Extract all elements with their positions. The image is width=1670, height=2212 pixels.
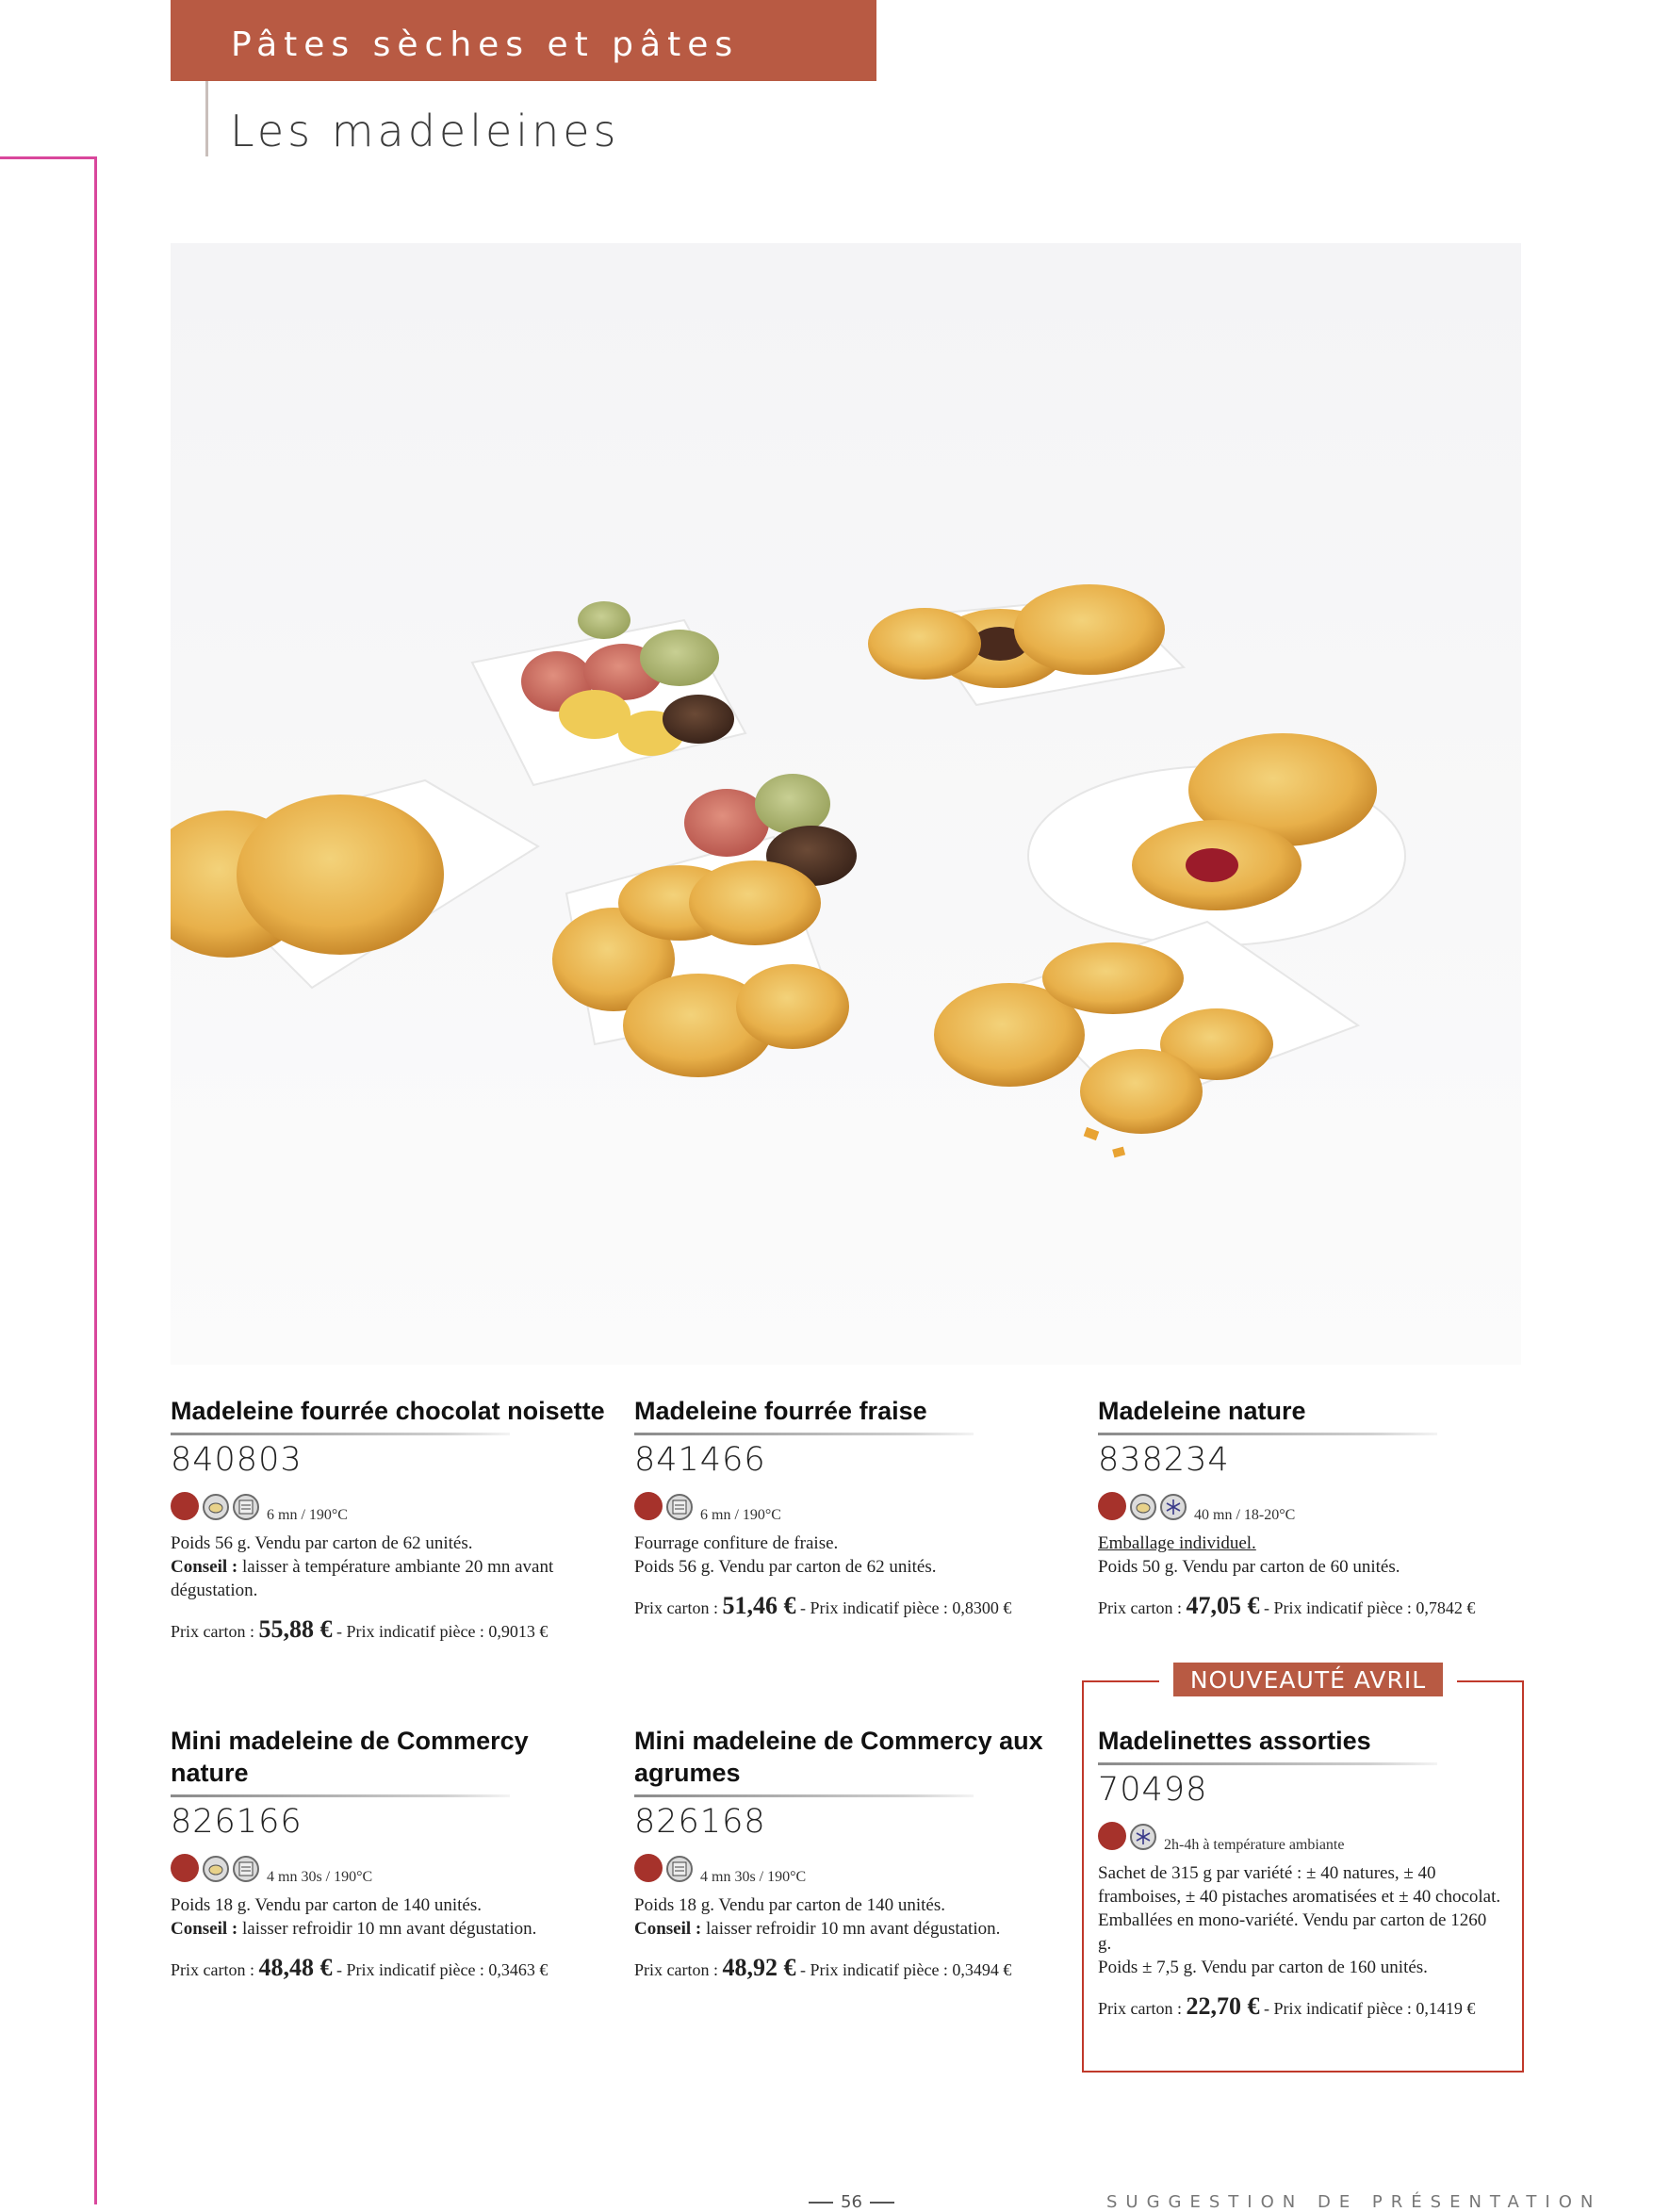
thaw-icon — [1160, 1494, 1187, 1520]
divider — [171, 1794, 510, 1797]
product-description: Sachet de 315 g par variété : ± 40 natur… — [1098, 1863, 1501, 1907]
divider — [634, 1794, 974, 1797]
red-dot-icon — [171, 1492, 199, 1520]
product-photo — [171, 243, 1521, 1365]
margin-line-top — [0, 156, 97, 159]
unit-price: - Prix indicatif pièce : 0,9013 € — [332, 1622, 548, 1641]
price-label: Prix carton : — [1098, 1598, 1187, 1617]
product-code: 826166 — [171, 1803, 303, 1841]
product-description: Poids 18 g. Vendu par carton de 140 unit… — [171, 1895, 482, 1915]
product-description: Poids ± 7,5 g. Vendu par carton de 160 u… — [1098, 1958, 1428, 1977]
price-label: Prix carton : — [171, 1622, 259, 1641]
unit-price: - Prix indicatif pièce : 0,8300 € — [795, 1598, 1012, 1617]
advice-text: laisser refroidir 10 mn avant dégustatio… — [237, 1919, 537, 1939]
oven-icon — [233, 1494, 259, 1520]
oven-icon — [233, 1856, 259, 1882]
butter-icon — [203, 1856, 229, 1882]
product-card: Madeleine fourrée chocolat noisette 8408… — [171, 1395, 614, 1644]
unit-price: - Prix indicatif pièce : 0,3463 € — [332, 1960, 548, 1979]
divider — [1098, 1433, 1437, 1435]
carton-price: 22,70 € — [1186, 1992, 1260, 2020]
product-code: 840803 — [171, 1441, 303, 1479]
red-dot-icon — [634, 1492, 663, 1520]
divider — [1098, 1762, 1437, 1765]
divider — [171, 1433, 510, 1435]
subtitle-bar — [205, 81, 208, 156]
section-banner: Pâtes sèches et pâtes jaunes — [171, 0, 876, 155]
footer-caption: SUGGESTION DE PRÉSENTATION — [1106, 2192, 1602, 2212]
page-title: Les madeleines — [230, 106, 620, 156]
product-description: Emballées en mono-variété. Vendu par car… — [1098, 1910, 1487, 1954]
product-name: Mini madeleine de Commercy aux agrumes — [634, 1727, 1043, 1787]
madeleines-illustration — [171, 584, 1406, 1158]
advice-text: laisser refroidir 10 mn avant dégustatio… — [701, 1919, 1001, 1939]
product-code: 826168 — [634, 1803, 766, 1841]
product-card: Madeleine fourrée fraise 841466 6 mn / 1… — [634, 1395, 1077, 1620]
red-dot-icon — [1098, 1822, 1126, 1850]
product-name: Madeleine nature — [1098, 1397, 1306, 1425]
product-card: Madeleine nature 838234 40 mn / 18-20°C … — [1098, 1395, 1541, 1620]
oven-icon — [666, 1856, 693, 1882]
red-dot-icon — [171, 1854, 199, 1882]
carton-price: 48,48 € — [258, 1954, 333, 1981]
product-code: 70498 — [1098, 1771, 1208, 1809]
butter-icon — [203, 1494, 229, 1520]
price-label: Prix carton : — [171, 1960, 259, 1979]
unit-price: - Prix indicatif pièce : 0,3494 € — [795, 1960, 1012, 1979]
advice-label: Conseil : — [634, 1919, 702, 1939]
product-card: Madelinettes assorties 70498 2h-4h à tem… — [1098, 1725, 1503, 2021]
cooking-info: 4 mn 30s / 190°C — [700, 1869, 807, 1885]
product-description: Poids 18 g. Vendu par carton de 140 unit… — [634, 1895, 945, 1915]
cooking-info: 40 mn / 18-20°C — [1194, 1507, 1296, 1523]
cooking-info: 6 mn / 190°C — [700, 1507, 781, 1523]
product-description: Poids 50 g. Vendu par carton de 60 unité… — [1098, 1557, 1400, 1577]
carton-price: 51,46 € — [722, 1592, 796, 1619]
advice-label: Conseil : — [171, 1557, 238, 1577]
divider — [634, 1433, 974, 1435]
product-description: Fourrage confiture de fraise. — [634, 1533, 839, 1553]
cooking-info: 2h-4h à température ambiante — [1164, 1837, 1345, 1853]
product-description: Poids 56 g. Vendu par carton de 62 unité… — [171, 1533, 473, 1553]
price-label: Prix carton : — [634, 1960, 723, 1979]
product-code: 841466 — [634, 1441, 766, 1479]
cooking-info: 4 mn 30s / 190°C — [267, 1869, 373, 1885]
advice-label: Conseil : — [171, 1919, 238, 1939]
carton-price: 47,05 € — [1186, 1592, 1260, 1619]
oven-icon — [666, 1494, 693, 1520]
cooking-info: 6 mn / 190°C — [267, 1507, 348, 1523]
new-badge: NOUVEAUTÉ AVRIL — [1173, 1663, 1443, 1696]
product-card: Mini madeleine de Commercy aux agrumes 8… — [634, 1725, 1049, 1982]
product-name: Mini madeleine de Commercy nature — [171, 1727, 529, 1787]
product-code: 838234 — [1098, 1441, 1230, 1479]
product-description: Poids 56 g. Vendu par carton de 62 unité… — [634, 1557, 937, 1577]
price-label: Prix carton : — [1098, 1999, 1187, 2018]
product-name: Madelinettes assorties — [1098, 1727, 1371, 1755]
carton-price: 55,88 € — [258, 1615, 333, 1643]
unit-price: - Prix indicatif pièce : 0,1419 € — [1259, 1999, 1476, 2018]
page-number: 56 — [801, 2192, 902, 2212]
product-name: Madeleine fourrée chocolat noisette — [171, 1397, 605, 1425]
margin-line — [94, 156, 97, 2204]
page-number-text: 56 — [841, 2192, 862, 2212]
unit-price: - Prix indicatif pièce : 0,7842 € — [1259, 1598, 1476, 1617]
thaw-icon — [1130, 1824, 1156, 1850]
product-card: Mini madeleine de Commercy nature 826166… — [171, 1725, 566, 1982]
product-name: Madeleine fourrée fraise — [634, 1397, 927, 1425]
butter-icon — [1130, 1494, 1156, 1520]
red-dot-icon — [634, 1854, 663, 1882]
price-label: Prix carton : — [634, 1598, 723, 1617]
carton-price: 48,92 € — [722, 1954, 796, 1981]
red-dot-icon — [1098, 1492, 1126, 1520]
packaging-note: Emballage individuel. — [1098, 1533, 1256, 1553]
